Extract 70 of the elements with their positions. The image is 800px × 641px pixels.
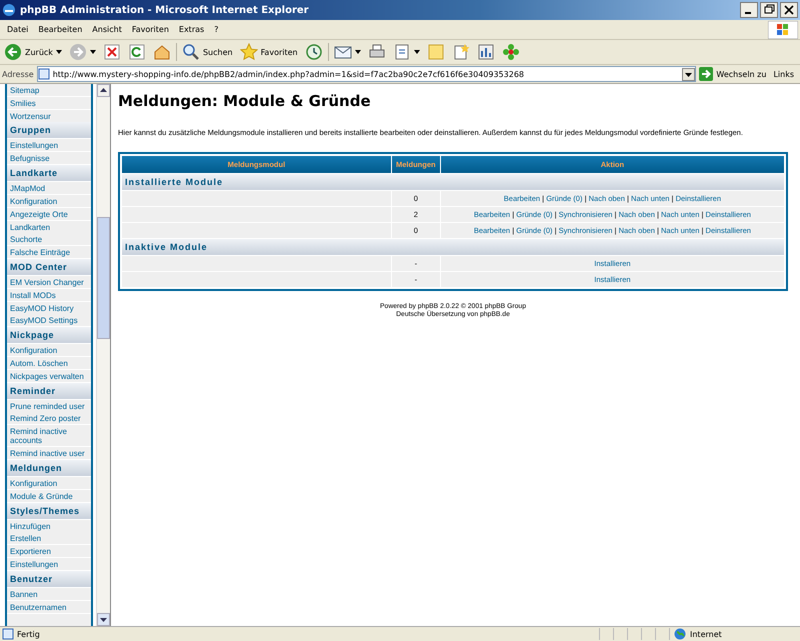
dropdown-caret-icon[interactable] (90, 50, 96, 54)
menu-item[interactable]: Bearbeiten (33, 25, 88, 34)
refresh-icon[interactable] (128, 43, 146, 61)
page-title: Meldungen: Module & Gründe (118, 92, 372, 110)
links-button[interactable]: Links (769, 70, 798, 78)
restore-icon[interactable] (760, 2, 778, 18)
address-label: Adresse (2, 70, 34, 78)
back-button[interactable]: Zurück (2, 42, 64, 62)
globe-icon (674, 628, 686, 640)
ie-logo-icon (2, 3, 16, 17)
search-icon (182, 43, 200, 61)
sidebar-heading: Styles/Themes (7, 502, 91, 520)
dropdown-icon[interactable] (682, 68, 696, 80)
scroll-up-icon (97, 84, 110, 97)
minimize-icon[interactable] (740, 2, 758, 18)
scroll-down-icon (97, 613, 110, 626)
home-icon[interactable] (152, 43, 171, 61)
sidebar-link[interactable]: Falsche Einträge (7, 246, 91, 260)
scrollbar-thumb[interactable] (97, 217, 110, 339)
sidebar-heading: Nickpage (7, 327, 91, 344)
page-icon (38, 68, 50, 80)
history-icon[interactable] (304, 43, 323, 61)
go-arrow-icon (699, 67, 714, 81)
sidebar-link[interactable]: Hinzufügen (7, 520, 91, 532)
window-title: phpBB Administration - Microsoft Internet Explorer (20, 4, 310, 16)
sidebar-link[interactable]: Remind inactive user (7, 447, 91, 460)
sidebar-link[interactable]: JMapMod (7, 182, 91, 196)
sidebar-link[interactable]: EasyMOD Settings (7, 314, 91, 328)
favorites-button[interactable]: Favoriten (238, 42, 300, 62)
document-icon[interactable] (392, 43, 411, 61)
sidebar-heading: Gruppen (7, 122, 91, 140)
star-icon (240, 43, 258, 61)
windows-logo-icon (768, 20, 798, 38)
sidebar-link[interactable]: Befugnisse (7, 152, 91, 166)
sidebar-link[interactable]: Konfiguration (7, 344, 91, 358)
sidebar-link[interactable]: Erstellen (7, 532, 91, 546)
zone-text: Internet (690, 630, 722, 638)
sidebar-link[interactable]: Remind Zero poster (7, 412, 91, 426)
dropdown-caret-icon[interactable] (354, 50, 361, 54)
sidebar-link[interactable]: Autom. Löschen (7, 357, 91, 370)
menu-item[interactable]: Favoriten (126, 25, 174, 34)
address-field[interactable]: http://www.mystery-shopping-info.de/phpBB2/admin/index.php?admin=1&sid=f7ac2ba90c2e7cf616f6e30409353268 (36, 66, 696, 82)
sidebar-link[interactable]: Suchorte (7, 233, 91, 246)
sidebar-heading: Meldungen (7, 460, 91, 477)
page-icon (2, 628, 14, 640)
dropdown-caret-icon[interactable] (56, 50, 62, 54)
sidebar-link[interactable]: Exportieren (7, 545, 91, 558)
status-text: Fertig (17, 630, 40, 638)
menu-item[interactable]: Datei (2, 25, 34, 34)
sidebar-link[interactable]: Einstellungen (7, 139, 91, 152)
dropdown-caret-icon[interactable] (414, 50, 420, 54)
sidebar-heading: Benutzer (7, 570, 91, 588)
menu-item[interactable]: Ansicht (87, 25, 127, 34)
sidebar-link[interactable]: Sitemap (7, 84, 91, 97)
sidebar-heading: MOD Center (7, 258, 91, 276)
close-icon[interactable] (780, 2, 798, 18)
category-heading: Inaktive Module (122, 239, 784, 255)
stop-icon[interactable] (102, 43, 121, 61)
go-button[interactable]: Wechseln zu (699, 67, 766, 81)
menu-item[interactable]: ? (209, 25, 224, 34)
sidebar-link[interactable]: Remind inactive accounts (7, 425, 91, 448)
chart-icon[interactable] (476, 43, 495, 61)
category-heading: Installierte Module (122, 174, 784, 190)
sidebar-heading: Landkarte (7, 165, 91, 182)
flower-icon[interactable] (502, 43, 520, 61)
menu-item[interactable]: Extras (174, 25, 210, 34)
star-document-icon[interactable] (452, 43, 470, 61)
sidebar-heading: Reminder (7, 382, 91, 400)
search-button[interactable]: Suchen (180, 42, 235, 62)
scrollbar[interactable] (96, 84, 110, 626)
